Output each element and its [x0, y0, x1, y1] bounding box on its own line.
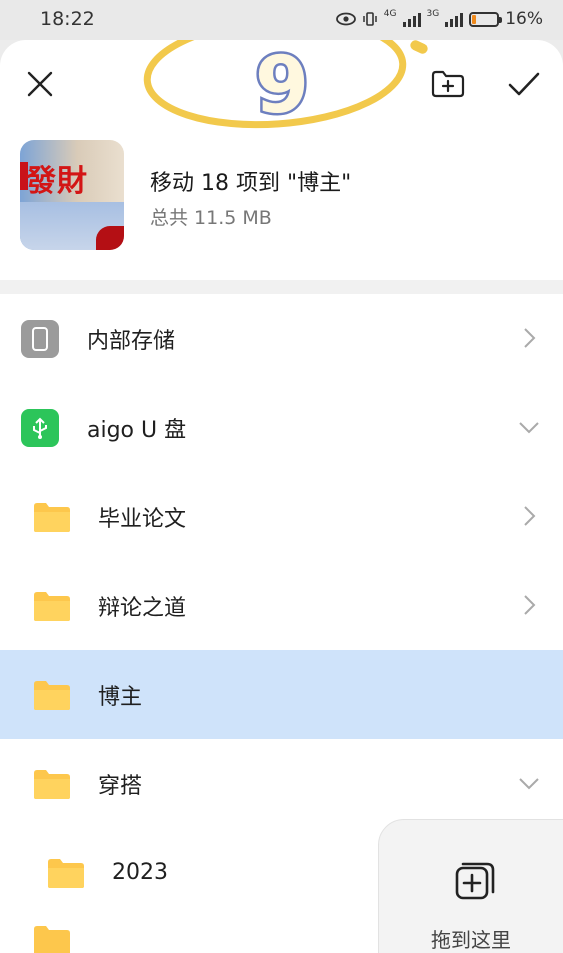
vibrate-icon — [363, 12, 377, 26]
battery-icon — [469, 11, 503, 27]
thumbnail-text: 發財 — [26, 164, 88, 199]
folder-icon — [34, 591, 70, 621]
list-item-label: 博主 — [98, 684, 143, 710]
folder-item-graduation-thesis[interactable]: 毕业论文 — [0, 472, 563, 561]
list-item-label: 内部存储 — [87, 328, 176, 354]
chevron-down-icon — [519, 422, 539, 434]
status-icons: 4G 3G 16% — [335, 9, 543, 29]
move-summary: 發財 移动 18 项到 "博主" 总共 11.5 MB — [0, 135, 563, 295]
drop-add-icon — [455, 862, 495, 900]
section-divider — [0, 280, 563, 294]
file-thumbnail: 發財 — [20, 140, 124, 250]
drop-here-label: 拖到这里 — [431, 928, 511, 952]
list-item-label: aigo U 盘 — [87, 417, 187, 443]
chevron-down-icon — [519, 778, 539, 790]
list-item-label: 穿搭 — [98, 773, 143, 799]
folder-icon — [34, 680, 70, 710]
move-sheet: 9 發財 移动 18 项到 "博主" 总共 11.5 MB 内部存储 aigo … — [0, 40, 563, 953]
list-item-label: 毕业论文 — [98, 506, 187, 532]
drop-here-target[interactable]: 拖到这里 — [378, 819, 563, 953]
folder-item-blogger[interactable]: 博主 — [0, 650, 563, 739]
check-icon — [508, 72, 540, 96]
phone-storage-icon — [21, 319, 59, 358]
chevron-right-icon — [524, 595, 536, 615]
folder-icon — [34, 769, 70, 799]
signal-icon-2 — [445, 11, 464, 27]
confirm-button[interactable] — [502, 62, 546, 106]
new-folder-button[interactable] — [426, 62, 470, 106]
folder-item-outfits[interactable]: 穿搭 — [0, 739, 563, 828]
total-size: 总共 11.5 MB — [150, 207, 272, 229]
signal-icon — [402, 11, 421, 27]
folder-icon — [48, 858, 84, 888]
status-time: 18:22 — [40, 8, 95, 30]
folder-item-debate[interactable]: 辩论之道 — [0, 561, 563, 650]
sticker-number: 9 — [255, 41, 309, 131]
move-title: 移动 18 项到 "博主" — [150, 171, 352, 196]
battery-level — [472, 14, 477, 24]
new-folder-icon — [431, 70, 465, 98]
battery-percent: 16% — [505, 9, 543, 29]
folder-icon — [34, 926, 70, 953]
number-sticker: 9 — [143, 40, 428, 134]
usb-icon — [21, 408, 59, 447]
thumbnail-corner — [96, 226, 124, 250]
list-item-label: 辩论之道 — [98, 595, 187, 621]
net-type-1: 4G — [383, 9, 397, 19]
eye-icon — [335, 12, 356, 26]
storage-item-usb[interactable]: aigo U 盘 — [0, 383, 563, 472]
net-type-2: 3G — [426, 9, 440, 19]
status-bar: 18:22 4G 3G 16% — [0, 0, 563, 40]
list-item-label: 2023 — [112, 860, 168, 885]
chevron-right-icon — [524, 328, 536, 348]
close-button[interactable] — [18, 62, 62, 106]
folder-icon — [34, 502, 70, 532]
chevron-right-icon — [524, 506, 536, 526]
storage-item-internal[interactable]: 内部存储 — [0, 294, 563, 383]
close-icon — [27, 71, 53, 97]
